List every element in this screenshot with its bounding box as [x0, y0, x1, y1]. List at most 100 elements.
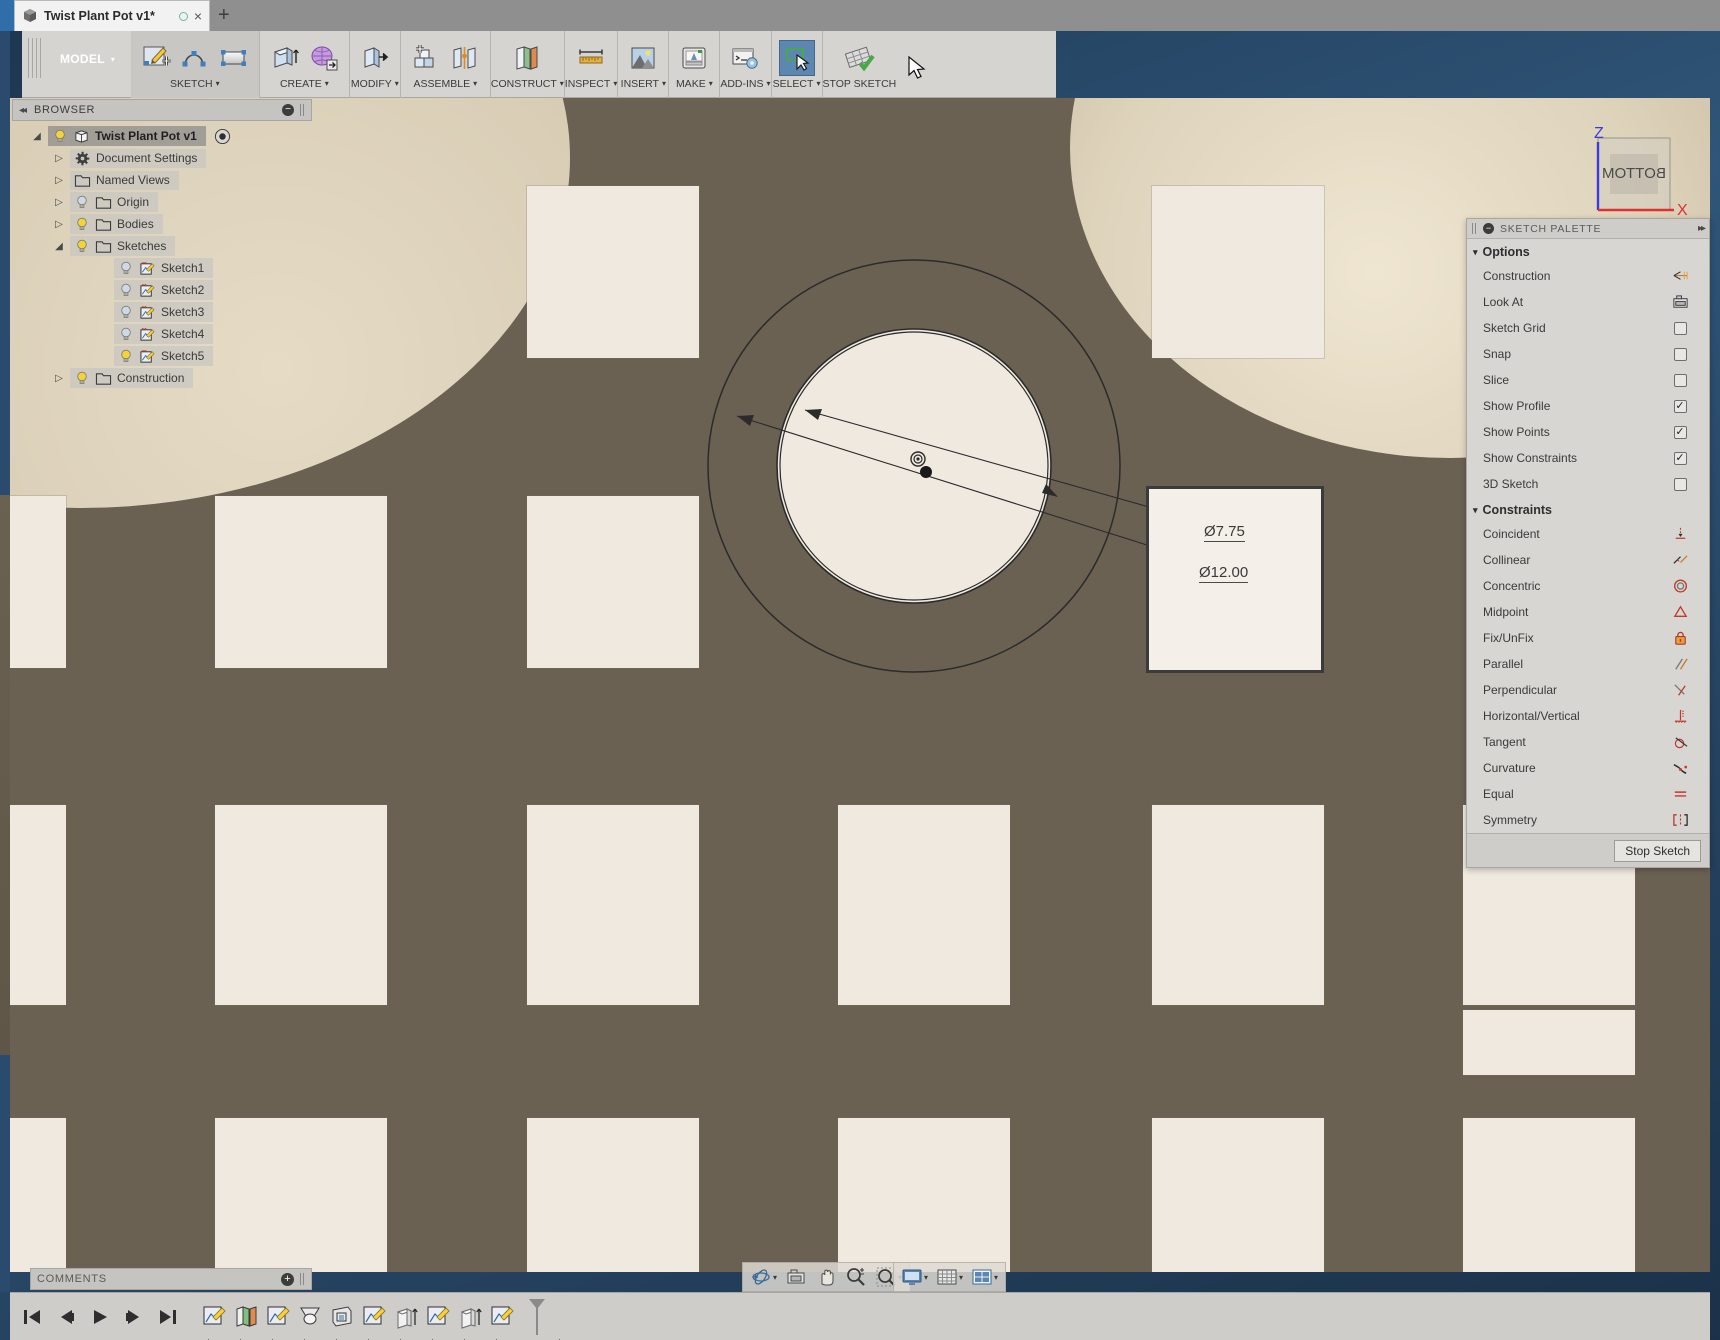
timeline-feature-sketch5[interactable]: [490, 1304, 516, 1330]
pan-button[interactable]: [812, 1264, 840, 1290]
timeline-feature-extrude2[interactable]: [458, 1304, 484, 1330]
checkbox-icon[interactable]: [1673, 347, 1687, 361]
checkbox-icon[interactable]: [1673, 321, 1687, 335]
step-back-icon[interactable]: [56, 1308, 76, 1326]
ribbon-panel-label-modify[interactable]: MODIFY ▾: [351, 76, 399, 92]
skip-end-icon[interactable]: [158, 1308, 178, 1326]
ribbon-panel-label-create[interactable]: CREATE ▾: [280, 76, 329, 92]
palette-row-equal[interactable]: Equal: [1467, 781, 1709, 807]
close-icon[interactable]: ×: [194, 9, 202, 23]
palette-row-control[interactable]: [1667, 268, 1693, 285]
ribbon-panel-label-stop-sketch[interactable]: STOP SKETCH: [823, 76, 897, 92]
ribbon-panel-label-make[interactable]: MAKE ▾: [676, 76, 713, 92]
palette-row-symmetry[interactable]: Symmetry: [1467, 807, 1709, 833]
3d-print-icon[interactable]: [676, 40, 712, 76]
construction-line-icon[interactable]: [1672, 268, 1689, 285]
symmetry-icon[interactable]: [1672, 812, 1689, 829]
tree-item-sketch4[interactable]: Sketch4: [96, 323, 214, 345]
checkbox-icon[interactable]: ✓: [1673, 451, 1687, 465]
palette-row-control[interactable]: [1667, 321, 1693, 335]
chevron-down-icon[interactable]: ▾: [773, 1273, 777, 1282]
sketch-point[interactable]: [920, 466, 932, 478]
timeline-feature-extrude1[interactable]: [394, 1304, 420, 1330]
tree-item-bodies[interactable]: ▷ Bodies: [52, 213, 163, 235]
palette-row-control[interactable]: [1667, 578, 1693, 595]
timeline-feature-loft1[interactable]: [298, 1304, 324, 1330]
workspace-switcher[interactable]: MODEL ▾: [52, 49, 123, 69]
sculpt-form-icon[interactable]: [306, 40, 342, 76]
chevron-down-icon[interactable]: ▾: [994, 1273, 998, 1282]
tree-item-construction[interactable]: ▷ Construction: [52, 367, 194, 389]
ribbon-panel-label-inspect[interactable]: INSPECT ▾: [565, 76, 618, 92]
browser-resize-grip[interactable]: [300, 104, 305, 116]
timeline-feature-sketch2[interactable]: [266, 1304, 292, 1330]
light-bulb-on-icon[interactable]: [74, 238, 90, 254]
press-pull-icon[interactable]: [357, 40, 393, 76]
ribbon-grip[interactable]: [28, 38, 42, 78]
add-comment-icon[interactable]: +: [281, 1272, 294, 1286]
play-icon[interactable]: [90, 1308, 110, 1326]
twisty-collapsed-icon[interactable]: ▷: [52, 373, 66, 384]
ribbon-panel-label-addins[interactable]: ADD-INS ▾: [720, 76, 770, 92]
palette-row-perpendicular[interactable]: Perpendicular: [1467, 677, 1709, 703]
viewports-button[interactable]: ▾: [968, 1264, 1001, 1290]
palette-section-options[interactable]: ▾ Options: [1467, 239, 1709, 263]
palette-row-control[interactable]: [1667, 294, 1693, 311]
timeline-track[interactable]: [202, 1297, 560, 1340]
palette-row-control[interactable]: [1667, 526, 1693, 543]
double-chevron-right-icon[interactable]: ▸▸: [1698, 223, 1706, 234]
palette-row-control[interactable]: [1667, 630, 1693, 647]
palette-row-control[interactable]: [1667, 786, 1693, 803]
ribbon-panel-label-construct[interactable]: CONSTRUCT ▾: [491, 76, 564, 92]
palette-row-slice[interactable]: Slice: [1467, 367, 1709, 393]
light-bulb-on-icon[interactable]: [118, 348, 134, 364]
grid-snaps-button[interactable]: ▾: [933, 1264, 966, 1290]
joint-icon[interactable]: [447, 40, 483, 76]
equal-icon[interactable]: [1672, 786, 1689, 803]
palette-section-constraints[interactable]: ▾ Constraints: [1467, 497, 1709, 521]
display-settings-button[interactable]: ▾: [898, 1264, 931, 1290]
parallel-icon[interactable]: [1672, 656, 1689, 673]
extrude-icon[interactable]: [267, 40, 303, 76]
curvature-icon[interactable]: [1672, 760, 1689, 777]
create-sketch-icon[interactable]: [138, 40, 174, 76]
ribbon-panel-label-assemble[interactable]: ASSEMBLE ▾: [414, 76, 478, 92]
light-bulb-on-icon[interactable]: [74, 216, 90, 232]
offset-plane-icon[interactable]: [509, 40, 545, 76]
palette-row-control[interactable]: [1667, 552, 1693, 569]
palette-row-curvature[interactable]: Curvature: [1467, 755, 1709, 781]
minimize-icon[interactable]: −: [282, 104, 294, 116]
palette-row-control[interactable]: [1667, 604, 1693, 621]
timeline-feature-shell1[interactable]: [330, 1304, 356, 1330]
palette-row-control[interactable]: ✓: [1667, 451, 1693, 465]
palette-row-control[interactable]: [1667, 812, 1693, 829]
palette-row-control[interactable]: [1667, 656, 1693, 673]
twisty-collapsed-icon[interactable]: ▷: [52, 197, 66, 208]
stop-sketch-icon[interactable]: [837, 40, 881, 76]
light-bulb-on-icon[interactable]: [74, 370, 90, 386]
palette-row-control[interactable]: ✓: [1667, 425, 1693, 439]
tree-item-document-settings[interactable]: ▷ Document Settings: [52, 147, 207, 169]
look-at-icon[interactable]: [1672, 294, 1689, 311]
ribbon-panel-label-sketch[interactable]: SKETCH ▾: [170, 76, 220, 92]
lock-icon[interactable]: [1672, 630, 1689, 647]
palette-row-control[interactable]: ✓: [1667, 399, 1693, 413]
twisty-expanded-icon[interactable]: ◢: [30, 131, 44, 142]
concentric-icon[interactable]: [1672, 578, 1689, 595]
activate-component-icon[interactable]: [214, 128, 231, 145]
ribbon-panel-label-insert[interactable]: INSERT ▾: [621, 76, 666, 92]
insert-image-icon[interactable]: [625, 40, 661, 76]
orbit-button[interactable]: ▾: [747, 1264, 780, 1290]
tree-item-origin[interactable]: ▷ Origin: [52, 191, 159, 213]
palette-row-look-at[interactable]: Look At: [1467, 289, 1709, 315]
checkbox-icon[interactable]: [1673, 373, 1687, 387]
midpoint-icon[interactable]: [1672, 604, 1689, 621]
tree-item-sketches[interactable]: ◢ Sketches: [52, 235, 176, 257]
timeline-marker[interactable]: [528, 1297, 546, 1337]
scripts-addins-icon[interactable]: [727, 40, 763, 76]
chevron-down-icon[interactable]: ▾: [959, 1273, 963, 1282]
palette-row-control[interactable]: [1667, 682, 1693, 699]
palette-row-coincident[interactable]: Coincident: [1467, 521, 1709, 547]
palette-row-show-profile[interactable]: Show Profile ✓: [1467, 393, 1709, 419]
palette-row-tangent[interactable]: Tangent: [1467, 729, 1709, 755]
